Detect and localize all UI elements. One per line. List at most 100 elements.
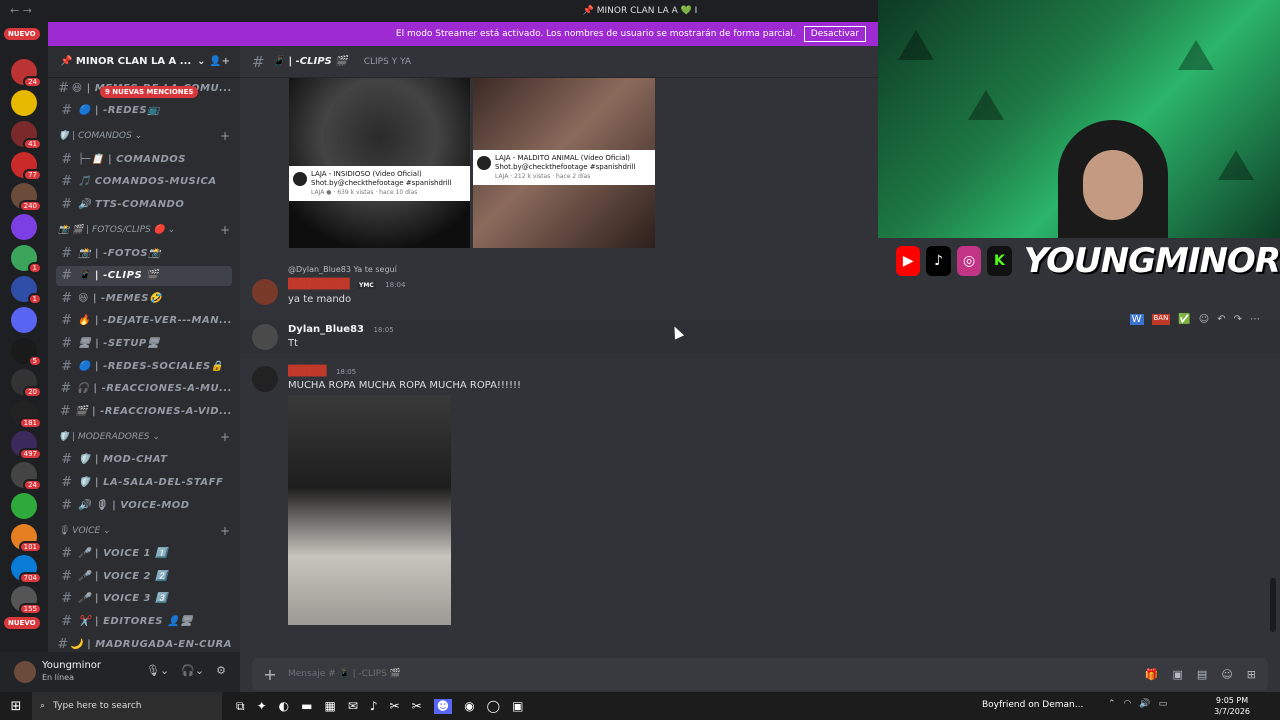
server-icon[interactable]: 77 bbox=[11, 152, 42, 181]
reaction-w-icon[interactable]: W bbox=[1129, 314, 1144, 325]
message[interactable]: Dylan_Blue83 18:05 Tt W BAN ✅ ☺ ↶ ↷ ⋯ bbox=[240, 314, 1280, 354]
server-icon[interactable] bbox=[11, 307, 37, 333]
wifi-icon[interactable]: ◠ bbox=[1124, 699, 1132, 709]
battery-icon[interactable]: ▭ bbox=[1159, 699, 1168, 709]
server-icon[interactable]: 497 bbox=[11, 431, 42, 460]
reply-preview[interactable]: @Dylan_Blue83 Ya te seguí bbox=[288, 265, 397, 274]
avatar[interactable] bbox=[14, 661, 36, 683]
chevron-up-icon[interactable]: ⌃ bbox=[1108, 699, 1116, 709]
message[interactable]: █████ 18:05 MUCHA ROPA MUCHA ROPA MUCHA … bbox=[240, 364, 1280, 626]
channel-item[interactable]: # 🎤 | VOICE 2 2️⃣ bbox=[56, 566, 232, 586]
channel-item[interactable]: # 🔊 TTS-COMANDO bbox=[56, 194, 232, 214]
server-icon[interactable]: 20 bbox=[11, 369, 42, 398]
microphone-icon[interactable]: 🎙⌄ bbox=[146, 664, 169, 677]
message-input[interactable]: + Mensaje # 📱 | -CLIPS 🎬 🎁 ▣ ▤ ☺ ⊞ bbox=[252, 658, 1268, 690]
reply-icon[interactable]: ↶ bbox=[1217, 314, 1225, 325]
channel-item[interactable]: # 🎤 | VOICE 3 3️⃣ bbox=[56, 589, 232, 609]
app-icon[interactable]: ◯ bbox=[487, 699, 500, 714]
video-embed[interactable]: LAJA - INSIDIOSO (Video Oficial) Shot.by… bbox=[289, 78, 470, 248]
discord-icon[interactable]: ☻ bbox=[433, 698, 453, 714]
volume-icon[interactable]: 🔊 bbox=[1139, 699, 1150, 709]
headphones-icon[interactable]: 🎧⌄ bbox=[181, 664, 204, 677]
channel-item[interactable]: # 🎵 COMANDOS-MUSICA bbox=[56, 172, 232, 192]
channel-category[interactable]: 🎙 VOICE ⌄ + bbox=[58, 524, 230, 538]
new-badge[interactable]: NUEVO bbox=[4, 28, 40, 40]
channel-category[interactable]: 📸 🎬 | FOTOS/CLIPS 🔴 ⌄ + bbox=[58, 223, 230, 237]
server-icon[interactable]: 1 bbox=[11, 276, 42, 305]
channel-item[interactable]: # 🛡️ | LA-SALA-DEL-STAFF bbox=[56, 472, 232, 492]
back-forward-icon[interactable]: ← → bbox=[10, 4, 32, 17]
capcut2-icon[interactable]: ✂ bbox=[412, 699, 422, 714]
add-reaction-icon[interactable]: ☺ bbox=[1199, 314, 1209, 325]
invite-icon[interactable]: 👤+ bbox=[209, 56, 230, 67]
server-icon[interactable]: 181 bbox=[11, 400, 42, 429]
video-embed[interactable]: LAJA - MALDITO ANIMAL (Video Oficial) Sh… bbox=[473, 78, 655, 248]
channel-item[interactable]: # 🎧 | -REACCIONES-A-MU... bbox=[56, 379, 232, 399]
explorer-icon[interactable]: ▬ bbox=[301, 699, 312, 714]
plus-icon[interactable]: + bbox=[252, 665, 288, 684]
server-icon[interactable]: 704 bbox=[11, 555, 42, 584]
apps-icon[interactable]: ⊞ bbox=[1247, 668, 1256, 681]
channel-item[interactable]: # 🎬 | -REACCIONES-A-VID... bbox=[56, 401, 232, 421]
channel-item[interactable]: # 😆 | -MEMES🤣 bbox=[56, 288, 232, 308]
avatar[interactable] bbox=[252, 366, 278, 392]
obs-icon[interactable]: ◉ bbox=[464, 699, 474, 714]
edge-icon[interactable]: ◐ bbox=[279, 699, 289, 714]
server-icon[interactable]: 5 bbox=[11, 338, 42, 367]
store-icon[interactable]: ▦ bbox=[324, 699, 335, 714]
gif-icon[interactable]: ▣ bbox=[1173, 668, 1183, 681]
channel-item[interactable]: # ├─📋 | COMANDOS bbox=[56, 149, 232, 169]
server-icon[interactable]: 240 bbox=[11, 183, 42, 212]
gear-icon[interactable]: ⚙ bbox=[216, 664, 226, 677]
channel-item[interactable]: # ✂️ | EDITORES 👤🖥 bbox=[56, 611, 232, 631]
server-icon[interactable]: 41 bbox=[11, 121, 42, 150]
windows-start-icon[interactable]: ⊞ bbox=[0, 699, 32, 714]
task-view-icon[interactable]: ⧉ bbox=[236, 699, 245, 714]
forward-icon[interactable]: ↷ bbox=[1234, 314, 1242, 325]
add-channel-icon[interactable]: + bbox=[220, 430, 230, 444]
channel-category[interactable]: 🛡️ | COMANDOS ⌄ + bbox=[58, 129, 230, 143]
scrollbar[interactable] bbox=[1270, 578, 1276, 632]
reaction-check-icon[interactable]: ✅ bbox=[1178, 314, 1190, 325]
server-icon[interactable]: 101 bbox=[11, 524, 42, 553]
taskbar-search[interactable]: ⌕ Type here to search bbox=[32, 692, 222, 720]
avatar[interactable] bbox=[252, 279, 278, 305]
channel-category[interactable]: 🛡️ | MODERADORES ⌄ + bbox=[58, 430, 230, 444]
reaction-ban-icon[interactable]: BAN bbox=[1151, 314, 1171, 325]
server-icon[interactable] bbox=[11, 214, 37, 240]
server-icon[interactable]: 24 bbox=[11, 462, 42, 491]
copilot-icon[interactable]: ✦ bbox=[257, 699, 267, 714]
channel-item[interactable]: # 🌙 | MADRUGADA-EN-CURA bbox=[56, 634, 232, 654]
sticker-icon[interactable]: ▤ bbox=[1197, 668, 1207, 681]
channel-item[interactable]: # 🔵 | -REDES-SOCIALES🔒 bbox=[56, 356, 232, 376]
media-widget[interactable]: Boyfriend on Deman... bbox=[982, 700, 1083, 710]
message-author[interactable]: Dylan_Blue83 bbox=[288, 324, 364, 335]
guild-header[interactable]: 📌 MINOR CLAN LA A ... ⌄ 👤+ bbox=[48, 46, 240, 78]
channel-item[interactable]: # 🔵 | -REDES📺 bbox=[56, 101, 232, 121]
app2-icon[interactable]: ▣ bbox=[512, 699, 523, 714]
taskbar-clock[interactable]: 9:05 PM 3/7/2026 bbox=[1214, 695, 1250, 717]
server-icon[interactable]: 155 bbox=[11, 586, 42, 615]
attachment-photo[interactable] bbox=[288, 395, 451, 625]
message-author[interactable]: ████████ bbox=[288, 279, 350, 290]
emoji-icon[interactable]: ☺ bbox=[1221, 668, 1232, 681]
channel-item[interactable]: # 🎤 | VOICE 1 1️⃣ bbox=[56, 544, 232, 564]
channel-item[interactable]: # 🔥 | -DEJATE-VER---MAN... bbox=[56, 311, 232, 331]
add-channel-icon[interactable]: + bbox=[220, 129, 230, 143]
message-author[interactable]: █████ bbox=[288, 366, 326, 377]
avatar[interactable] bbox=[252, 324, 278, 350]
server-icon[interactable] bbox=[11, 90, 37, 116]
capcut-icon[interactable]: ✂ bbox=[390, 699, 400, 714]
channel-item[interactable]: # 🖥 | -SETUP🖥 bbox=[56, 333, 232, 353]
server-icon[interactable]: 1 bbox=[11, 245, 42, 274]
add-channel-icon[interactable]: + bbox=[220, 524, 230, 538]
channel-item[interactable]: # 🔊 🎙 | VOICE-MOD bbox=[56, 495, 232, 515]
add-channel-icon[interactable]: + bbox=[220, 223, 230, 237]
outlook-icon[interactable]: ✉ bbox=[348, 699, 358, 714]
new-badge[interactable]: NUEVO bbox=[4, 617, 40, 629]
server-icon[interactable]: 24 bbox=[11, 59, 42, 88]
channel-item[interactable]: # 📸 | -FOTOS📸 bbox=[56, 243, 232, 263]
tiktok-app-icon[interactable]: ♪ bbox=[370, 699, 378, 714]
channel-item[interactable]: # 🛡️ | MOD-CHAT bbox=[56, 450, 232, 470]
channel-item[interactable]: # 📱 | -CLIPS 🎬 bbox=[56, 265, 232, 286]
